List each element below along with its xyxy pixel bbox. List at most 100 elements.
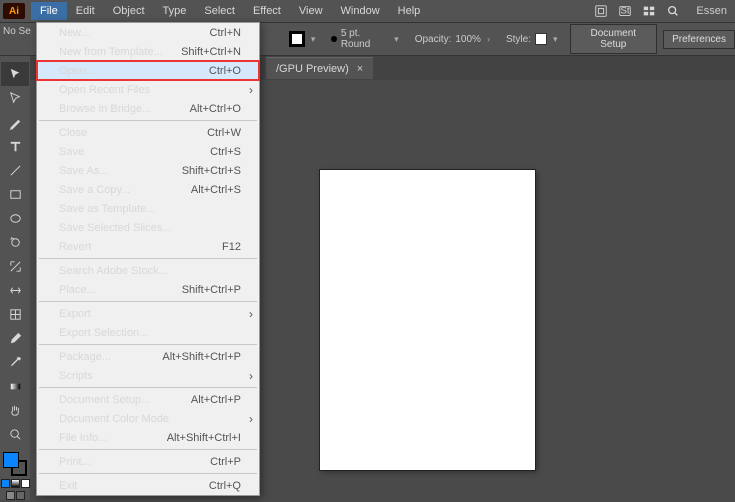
menu-type[interactable]: Type <box>154 2 196 20</box>
menu-item-save-a-copy[interactable]: Save a Copy...Alt+Ctrl+S <box>37 180 259 199</box>
menu-item-document-setup[interactable]: Document Setup... Alt+Ctrl+P <box>37 390 259 409</box>
gradient-mini[interactable] <box>11 479 20 488</box>
menu-item-shortcut: Ctrl+W <box>207 127 241 139</box>
menu-item-package[interactable]: Package...Alt+Shift+Ctrl+P <box>37 347 259 366</box>
menu-item-close[interactable]: CloseCtrl+W <box>37 123 259 142</box>
menu-item-save-selected-slices[interactable]: Save Selected Slices... <box>37 218 259 237</box>
stroke-swatch[interactable] <box>289 31 305 47</box>
rectangle-tool[interactable] <box>1 182 29 206</box>
fill-color[interactable] <box>3 452 19 468</box>
menu-item-search-adobe-stock[interactable]: Search Adobe Stock... <box>37 261 259 280</box>
artboard[interactable] <box>320 170 535 470</box>
hand-tool[interactable] <box>1 398 29 422</box>
rotate-tool[interactable] <box>1 230 29 254</box>
search-icon[interactable] <box>664 2 682 20</box>
document-tab[interactable]: /GPU Preview) × <box>266 57 373 79</box>
stock-icon[interactable]: St <box>616 2 634 20</box>
menu-item-new-from-template[interactable]: New from Template...Shift+Ctrl+N <box>37 42 259 61</box>
menu-item-open[interactable]: Open...Ctrl+O <box>37 61 259 80</box>
menu-item-revert[interactable]: RevertF12 <box>37 237 259 256</box>
menu-item-label: Open... <box>59 65 95 77</box>
draw-normal[interactable] <box>6 491 15 500</box>
chevron-down-icon[interactable]: ▾ <box>392 34 401 45</box>
preferences-button[interactable]: Preferences <box>663 30 735 49</box>
opacity-label: Opacity: <box>415 34 452 45</box>
color-mode-row <box>1 479 30 488</box>
menu-help[interactable]: Help <box>389 2 430 20</box>
gradient-tool[interactable] <box>1 374 29 398</box>
menu-item-label: Scripts <box>59 370 93 382</box>
color-mini[interactable] <box>1 479 10 488</box>
menu-window[interactable]: Window <box>332 2 389 20</box>
menu-item-shortcut: Shift+Ctrl+S <box>182 165 241 177</box>
menu-item-label: Open Recent Files <box>59 84 150 96</box>
menu-item-label: Save Selected Slices... <box>59 222 172 234</box>
workspace-label[interactable]: Essen <box>688 5 727 17</box>
style-swatch[interactable] <box>535 33 547 45</box>
menu-file[interactable]: File <box>31 2 67 20</box>
menu-item-exit[interactable]: ExitCtrl+Q <box>37 476 259 495</box>
scale-tool[interactable] <box>1 254 29 278</box>
menu-item-place[interactable]: Place...Shift+Ctrl+P <box>37 280 259 299</box>
menu-item-label: Document Color Mode <box>59 413 169 425</box>
menu-item-save-as-template[interactable]: Save as Template... <box>37 199 259 218</box>
brush-dot-icon <box>331 36 336 42</box>
line-tool[interactable] <box>1 158 29 182</box>
draw-behind[interactable] <box>16 491 25 500</box>
menu-item-label: Print... <box>59 456 91 468</box>
menu-item-shortcut: Alt+Ctrl+S <box>191 184 241 196</box>
menu-item-shortcut: Alt+Ctrl+O <box>190 103 241 115</box>
menu-item-shortcut: Ctrl+P <box>210 456 241 468</box>
arrange-icon[interactable] <box>640 2 658 20</box>
chevron-down-icon[interactable]: ▾ <box>551 34 560 45</box>
stroke-profile[interactable]: 5 pt. Round <box>341 28 388 50</box>
direct-selection-tool[interactable] <box>1 86 29 110</box>
bridge-icon[interactable] <box>592 2 610 20</box>
menu-item-shortcut: Alt+Ctrl+P <box>191 394 241 406</box>
zoom-tool[interactable] <box>1 422 29 446</box>
menubar: Ai File Edit Object Type Select Effect V… <box>0 0 735 22</box>
chevron-down-icon[interactable]: ▾ <box>309 34 318 45</box>
menu-item-label: New from Template... <box>59 46 163 58</box>
chevron-down-icon[interactable]: › <box>485 34 492 44</box>
menu-item-export[interactable]: Export <box>37 304 259 323</box>
tool-panel <box>0 56 30 500</box>
menu-item-shortcut: F12 <box>222 241 241 253</box>
document-setup-button[interactable]: Document Setup <box>570 24 658 54</box>
menu-item-label: Exit <box>59 480 77 492</box>
close-icon[interactable]: × <box>357 63 363 75</box>
menu-item-open-recent-files[interactable]: Open Recent Files <box>37 80 259 99</box>
ellipse-tool[interactable] <box>1 206 29 230</box>
style-label: Style: <box>506 34 531 45</box>
opacity-value[interactable]: 100% <box>455 34 481 45</box>
brush-tool[interactable] <box>1 326 29 350</box>
none-mini[interactable] <box>21 479 30 488</box>
menu-view[interactable]: View <box>290 2 332 20</box>
menu-item-shortcut: Alt+Shift+Ctrl+I <box>167 432 241 444</box>
menu-item-save[interactable]: SaveCtrl+S <box>37 142 259 161</box>
menu-item-browse-in-bridge[interactable]: Browse in Bridge...Alt+Ctrl+O <box>37 99 259 118</box>
menu-item-file-info[interactable]: File Info... Alt+Shift+Ctrl+I <box>37 428 259 447</box>
menu-item-label: Document Setup... <box>59 394 150 406</box>
menu-item-document-color-mode[interactable]: Document Color Mode <box>37 409 259 428</box>
no-selection-label: No Se <box>3 26 31 37</box>
menu-item-save-as[interactable]: Save As...Shift+Ctrl+S <box>37 161 259 180</box>
menu-edit[interactable]: Edit <box>67 2 104 20</box>
menu-item-label: Package... <box>59 351 111 363</box>
menu-item-scripts[interactable]: Scripts <box>37 366 259 385</box>
menu-effect[interactable]: Effect <box>244 2 290 20</box>
pen-tool[interactable] <box>1 110 29 134</box>
width-tool[interactable] <box>1 278 29 302</box>
menu-item-label: Search Adobe Stock... <box>59 265 168 277</box>
type-tool[interactable] <box>1 134 29 158</box>
fill-stroke-control[interactable] <box>3 452 27 476</box>
menu-item-new[interactable]: New...Ctrl+N <box>37 23 259 42</box>
menu-item-shortcut: Ctrl+N <box>210 27 241 39</box>
menu-object[interactable]: Object <box>104 2 154 20</box>
menu-select[interactable]: Select <box>195 2 244 20</box>
menu-item-label: File Info... <box>59 432 107 444</box>
selection-tool[interactable] <box>1 62 29 86</box>
eyedropper-tool[interactable] <box>1 350 29 374</box>
menu-item-print[interactable]: Print... Ctrl+P <box>37 452 259 471</box>
mesh-tool[interactable] <box>1 302 29 326</box>
